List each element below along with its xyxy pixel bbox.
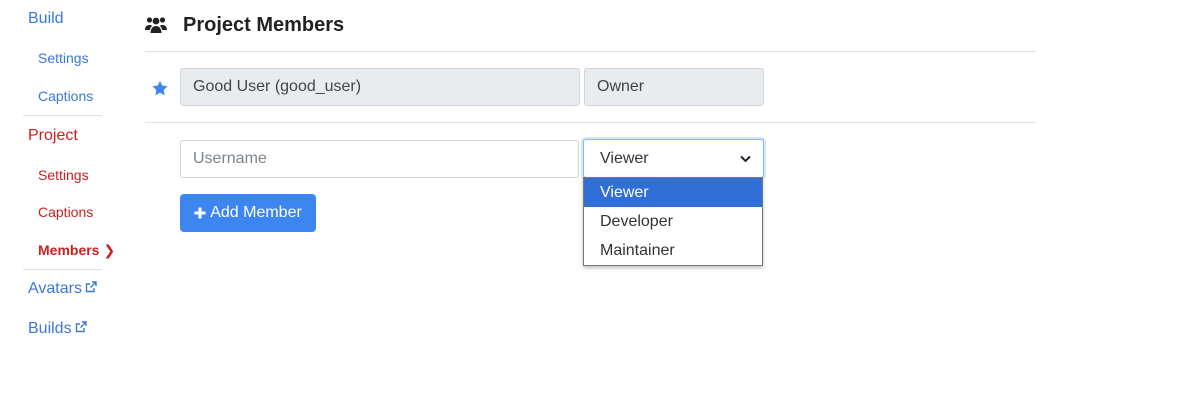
sidebar-item-builds[interactable]: Builds xyxy=(28,320,87,338)
sidebar-item-project-members[interactable]: Members ❯ xyxy=(38,242,115,259)
role-select-value: Viewer xyxy=(600,149,649,167)
divider xyxy=(145,51,1036,52)
sidebar-item-project-captions[interactable]: Captions xyxy=(38,204,93,220)
users-icon xyxy=(145,17,167,33)
chevron-right-icon: ❯ xyxy=(103,242,116,258)
sidebar-item-project-settings[interactable]: Settings xyxy=(38,167,89,183)
sidebar-item-label: Builds xyxy=(28,320,72,337)
sidebar-item-build-settings[interactable]: Settings xyxy=(38,50,89,66)
sidebar-item-label: Members xyxy=(38,242,100,258)
dropdown-option-developer[interactable]: Developer xyxy=(584,207,762,236)
sidebar-item-label: Avatars xyxy=(28,280,82,297)
add-member-button[interactable]: Add Member xyxy=(180,194,316,232)
divider xyxy=(145,122,1036,123)
add-member-label: Add Member xyxy=(210,204,302,221)
member-role-field: Owner xyxy=(584,68,764,106)
dropdown-option-maintainer[interactable]: Maintainer xyxy=(584,236,762,265)
sidebar-divider xyxy=(23,269,102,270)
chevron-down-icon xyxy=(740,155,751,162)
sidebar-item-avatars[interactable]: Avatars xyxy=(28,280,97,298)
external-link-icon xyxy=(75,321,87,333)
sidebar-item-project[interactable]: Project xyxy=(28,127,78,145)
member-name-field: Good User (good_user) xyxy=(180,68,580,106)
page-title: Project Members xyxy=(183,13,345,36)
sidebar-divider xyxy=(23,115,102,116)
external-link-icon xyxy=(85,281,97,293)
role-select[interactable]: Viewer xyxy=(583,139,764,178)
dropdown-option-viewer[interactable]: Viewer xyxy=(584,178,762,207)
plus-icon xyxy=(194,207,206,219)
star-icon xyxy=(152,80,168,96)
username-input[interactable] xyxy=(180,140,579,178)
sidebar-item-build-captions[interactable]: Captions xyxy=(38,88,93,104)
sidebar-item-build[interactable]: Build xyxy=(28,10,64,28)
page-header: Project Members xyxy=(145,10,344,40)
role-dropdown-list: Viewer Developer Maintainer xyxy=(583,177,763,266)
